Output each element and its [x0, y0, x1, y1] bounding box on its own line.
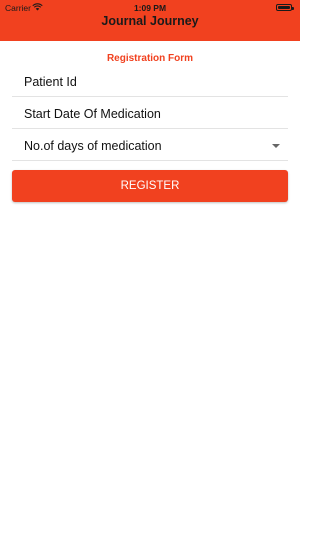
days-of-medication-label: No.of days of medication [24, 139, 162, 153]
days-of-medication-dropdown[interactable]: No.of days of medication [12, 130, 288, 161]
register-button[interactable]: REGISTER [12, 170, 288, 202]
status-time: 1:09 PM [133, 3, 167, 13]
start-date-label: Start Date Of Medication [24, 107, 161, 121]
form-title: Registration Form [106, 53, 194, 64]
start-date-field[interactable]: Start Date Of Medication [12, 98, 288, 129]
patient-id-label: Patient Id [24, 75, 77, 89]
app-header: Carrier 1:09 PM Journal Journey [0, 0, 300, 41]
patient-id-field[interactable]: Patient Id [12, 66, 288, 97]
battery-icon [276, 4, 294, 11]
chevron-down-icon[interactable] [272, 144, 280, 148]
app-title: Journal Journey [101, 14, 199, 28]
status-bar: Carrier 1:09 PM [0, 0, 300, 14]
